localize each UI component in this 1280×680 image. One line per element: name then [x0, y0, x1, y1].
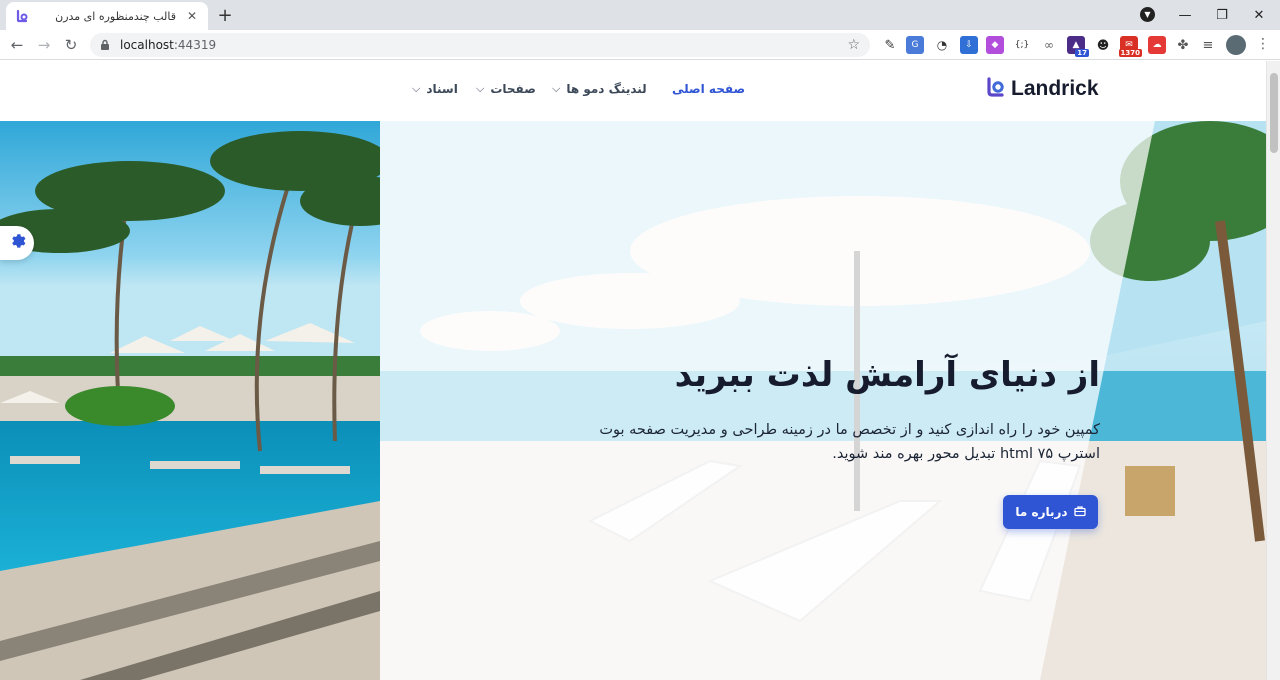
browser-tabstrip: قالب چندمنظوره ای مدرن ✕ + ▼ — ❐ ✕: [0, 0, 1280, 30]
about-us-button[interactable]: درباره ما: [1003, 495, 1098, 529]
tab-title: قالب چندمنظوره ای مدرن: [55, 9, 176, 23]
tab-favicon-icon: [14, 8, 30, 24]
playlist-icon[interactable]: ≡: [1199, 36, 1217, 54]
ext-badge-1370: 1370: [1118, 49, 1142, 57]
close-window-icon[interactable]: ✕: [1239, 0, 1279, 30]
hat-extension-icon[interactable]: ▲ 17: [1067, 36, 1089, 57]
url-port: :44319: [173, 38, 217, 52]
speed-extension-icon[interactable]: ◔: [933, 36, 951, 54]
about-us-label: درباره ما: [1015, 505, 1068, 519]
briefcase-icon: [1073, 505, 1086, 520]
ext-badge-17: 17: [1075, 49, 1089, 57]
hero-image-left: [0, 121, 420, 680]
browser-menu-icon[interactable]: ⋮: [1256, 36, 1270, 52]
chevron-down-icon: ⌵: [412, 82, 421, 95]
download-extension-icon[interactable]: ⇩: [960, 36, 978, 54]
url-host: localhost: [120, 38, 174, 52]
tab-close-icon[interactable]: ✕: [184, 8, 200, 24]
nav-docs-label: اسناد: [426, 82, 458, 96]
lock-icon: [100, 39, 110, 51]
nav-docs[interactable]: اسناد ⌵: [412, 82, 458, 96]
purple-extension-icon[interactable]: ◆: [986, 36, 1004, 54]
hero-section: از دنیای آرامش لذت ببرید کمپین خود را را…: [0, 121, 1266, 680]
nav-home-label: صفحه اصلی: [672, 82, 746, 96]
hero-description: کمپین خود را راه اندازی کنید و از تخصص م…: [599, 422, 1100, 462]
page-scrollbar[interactable]: [1266, 61, 1280, 680]
translate-extension-icon[interactable]: G: [906, 36, 924, 54]
cloud-extension-icon[interactable]: ☁: [1148, 36, 1166, 54]
mail-extension-icon[interactable]: ✉ 1370: [1118, 36, 1142, 57]
chrome-profile-icon[interactable]: ▼: [1140, 7, 1155, 22]
address-bar[interactable]: localhost:44319 ☆: [90, 33, 870, 57]
minimize-icon[interactable]: —: [1165, 0, 1205, 30]
face-extension-icon[interactable]: ☻: [1094, 36, 1112, 54]
nav-pages-label: صفحات: [490, 82, 536, 96]
nav-pages[interactable]: صفحات ⌵: [476, 82, 536, 96]
hero-title: از دنیای آرامش لذت ببرید: [674, 355, 1100, 395]
chevron-down-icon: ⌵: [552, 82, 561, 95]
eyedropper-extension-icon[interactable]: ✎: [881, 36, 899, 54]
json-extension-icon[interactable]: {;}: [1013, 36, 1031, 54]
nav-home[interactable]: صفحه اصلی: [672, 82, 745, 96]
scrollbar-thumb[interactable]: [1270, 73, 1278, 153]
chevron-down-icon: ⌵: [476, 82, 485, 95]
nav-landings[interactable]: لندینگ دمو ها ⌵: [552, 82, 647, 96]
landrick-logo-icon: [985, 76, 1007, 102]
site-logo[interactable]: Landrick: [985, 76, 1099, 102]
page-viewport: Landrick صفحه اصلی لندینگ دمو ها ⌵ صفحات…: [0, 61, 1266, 680]
avatar[interactable]: [1226, 35, 1246, 55]
nav-landings-label: لندینگ دمو ها: [566, 82, 647, 96]
gear-icon: [8, 232, 26, 254]
bookmark-star-icon[interactable]: ☆: [847, 37, 860, 53]
logo-text: Landrick: [1011, 77, 1099, 100]
url-text: localhost:44319: [120, 38, 216, 52]
settings-toggle[interactable]: [0, 226, 34, 260]
link-extension-icon[interactable]: ∞: [1040, 36, 1058, 54]
browser-toolbar: ← → ↻ localhost:44319 ☆ ✎ G ◔ ⇩ ◆ {;} ∞ …: [0, 30, 1280, 60]
forward-icon[interactable]: →: [33, 34, 55, 56]
restore-icon[interactable]: ❐: [1202, 0, 1242, 30]
reload-icon[interactable]: ↻: [60, 34, 82, 56]
site-header: Landrick صفحه اصلی لندینگ دمو ها ⌵ صفحات…: [0, 61, 1266, 121]
puzzle-extension-icon[interactable]: ✤: [1174, 36, 1192, 54]
new-tab-button[interactable]: +: [214, 4, 236, 26]
back-icon[interactable]: ←: [6, 34, 28, 56]
browser-tab-active[interactable]: قالب چندمنظوره ای مدرن ✕: [6, 2, 208, 30]
